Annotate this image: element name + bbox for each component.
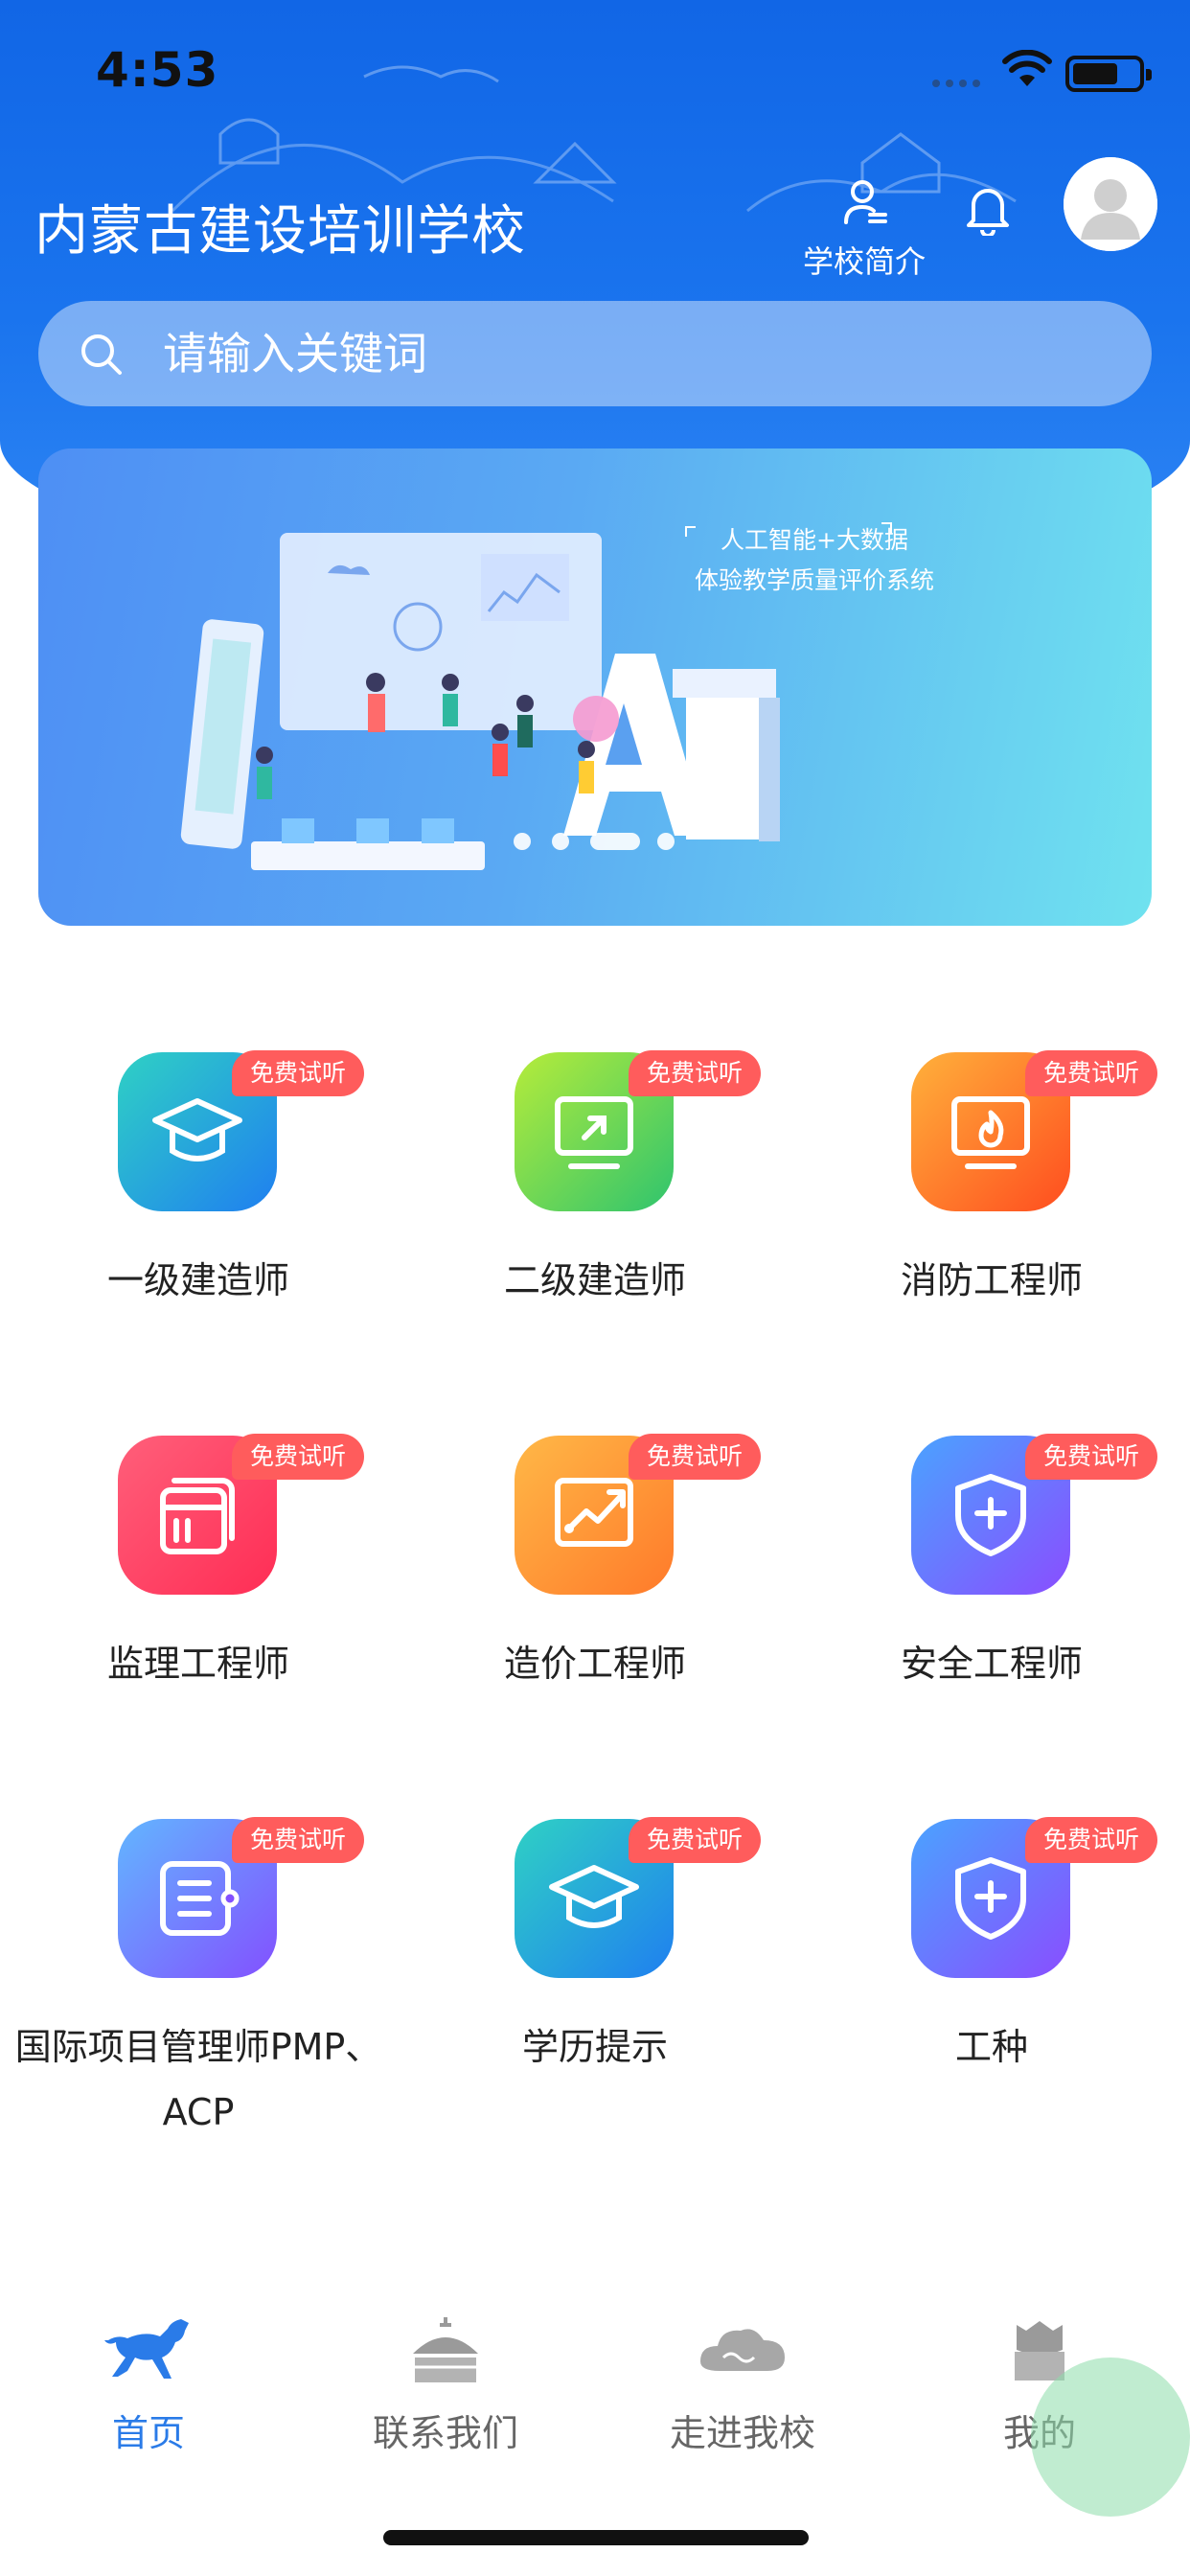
free-trial-badge: 免费试听 [1025, 1817, 1157, 1863]
graduation-cap-icon [152, 1098, 242, 1162]
free-trial-badge: 免费试听 [1025, 1050, 1157, 1096]
shield-plus-icon [955, 1474, 1026, 1556]
tab-home[interactable]: 首页 [0, 2300, 297, 2472]
course-item[interactable]: 免费试听 消防工程师 [793, 1045, 1190, 1332]
course-item[interactable]: 免费试听 造价工程师 [397, 1428, 793, 1715]
search-bar[interactable] [38, 301, 1152, 406]
fire-screen-icon [951, 1096, 1030, 1169]
free-trial-badge: 免费试听 [232, 1817, 364, 1863]
course-item[interactable]: 免费试听 二级建造师 [397, 1045, 793, 1332]
graduation-cap-icon [549, 1865, 639, 1928]
course-name: 造价工程师 [503, 1643, 686, 1685]
free-trial-badge: 免费试听 [232, 1050, 364, 1096]
battery-icon [1065, 56, 1152, 92]
course-item[interactable]: 免费试听 工种 [793, 1811, 1190, 2099]
list-icon [160, 1861, 240, 1936]
cloud-icon [700, 2329, 785, 2371]
school-title: 内蒙古建设培训学校 [34, 200, 526, 263]
free-trial-badge: 免费试听 [629, 1434, 761, 1480]
course-name: 二级建造师 [503, 1259, 686, 1301]
signal-icon [932, 80, 980, 87]
status-time: 4:53 [96, 42, 219, 98]
ai-classroom-illustration [180, 522, 892, 870]
shield-plus-icon [955, 1857, 1026, 1940]
avatar[interactable] [1064, 157, 1157, 251]
tab-contact-label: 联系我们 [372, 2412, 518, 2454]
course-name: 工种 [954, 2026, 1028, 2068]
yurt-icon [413, 2317, 478, 2382]
default-user-icon [1064, 157, 1157, 251]
chart-up-icon [555, 1478, 633, 1547]
search-input[interactable] [163, 301, 1102, 406]
course-name: 国际项目管理师PMP、ACP [14, 2026, 382, 2133]
tab-about-label: 走进我校 [669, 2412, 815, 2454]
documents-icon [160, 1478, 235, 1554]
free-trial-badge: 免费试听 [232, 1434, 364, 1480]
horse-icon [104, 2319, 189, 2379]
wifi-icon [1002, 50, 1052, 86]
bottom-tab-bar: 首页 联系我们 走进我校 我的 [0, 2300, 1190, 2472]
carousel-dot[interactable] [514, 833, 531, 850]
course-item[interactable]: 免费试听 安全工程师 [793, 1428, 1190, 1715]
course-item[interactable]: 免费试听 一级建造师 [0, 1045, 397, 1332]
course-item[interactable]: 免费试听 监理工程师 [0, 1428, 397, 1715]
carousel-dot[interactable] [552, 833, 569, 850]
carousel-dot[interactable] [657, 833, 675, 850]
course-name: 学历提示 [521, 2026, 668, 2068]
free-trial-badge: 免费试听 [629, 1817, 761, 1863]
banner-subheadline: 体验教学质量评价系统 [694, 566, 934, 594]
course-name: 消防工程师 [900, 1259, 1083, 1301]
home-indicator[interactable] [383, 2530, 809, 2545]
tab-home-label: 首页 [111, 2412, 185, 2454]
carousel-dot-active[interactable] [590, 833, 640, 850]
touch-indicator [1031, 2358, 1190, 2517]
banner-headline: 人工智能+大数据 [721, 526, 908, 554]
school-intro-button[interactable]: 学校简介 [797, 178, 931, 284]
promo-banner[interactable]: 人工智能+大数据 体验教学质量评价系统 [38, 448, 1152, 926]
free-trial-badge: 免费试听 [629, 1050, 761, 1096]
search-icon [81, 334, 122, 375]
school-intro-label: 学校简介 [802, 243, 926, 280]
course-name: 一级建造师 [106, 1259, 289, 1301]
tab-contact[interactable]: 联系我们 [297, 2300, 594, 2472]
tab-about[interactable]: 走进我校 [594, 2300, 891, 2472]
free-trial-badge: 免费试听 [1025, 1434, 1157, 1480]
person-card-icon [844, 180, 887, 224]
bell-icon[interactable] [964, 182, 1012, 236]
course-name: 监理工程师 [106, 1643, 289, 1685]
course-item[interactable]: 免费试听 学历提示 [397, 1811, 793, 2099]
course-name: 安全工程师 [900, 1643, 1083, 1685]
monitor-arrow-icon [555, 1096, 633, 1169]
status-bar: 4:53 [0, 0, 1190, 144]
course-item[interactable]: 免费试听 国际项目管理师PMP、ACP [0, 1811, 397, 2133]
